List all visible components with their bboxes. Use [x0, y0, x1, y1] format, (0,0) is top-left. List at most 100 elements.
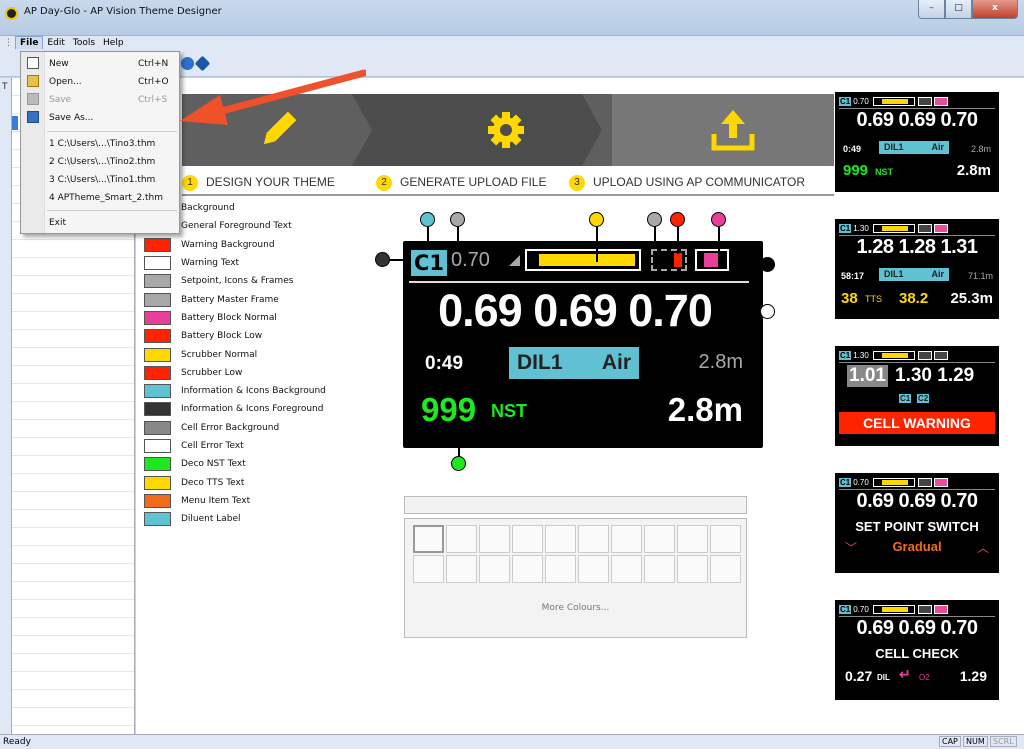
color-swatch[interactable] [144, 274, 171, 289]
preview-thumb-setpoint-switch[interactable]: C1 0.70 0.69 0.69 0.70 SET POINT SWITCH ﹀… [835, 473, 999, 573]
pin-battery-frame[interactable] [647, 212, 662, 227]
color-swatch[interactable] [144, 365, 171, 380]
palette-cell[interactable] [479, 555, 510, 583]
menu-item-open[interactable]: Open... Ctrl+O [21, 73, 179, 91]
menu-item-exit[interactable]: Exit [21, 214, 179, 232]
pin-battery-low[interactable] [670, 212, 685, 227]
menu-item-recent-4[interactable]: 4 APTheme_Smart_2.thm [21, 189, 179, 207]
palette-cell[interactable] [644, 555, 675, 583]
color-palette: More Colours... [404, 496, 747, 640]
color-swatch[interactable] [144, 384, 171, 399]
setpoint-value: 0.70 [451, 249, 490, 271]
battery-block-icon [695, 249, 729, 271]
legend-item[interactable]: Information & Icons Foreground [144, 400, 326, 418]
palette-cell[interactable] [644, 525, 675, 553]
legend-item[interactable]: Scrubber Low [144, 364, 326, 382]
menu-file[interactable]: File [15, 36, 44, 49]
legend-item[interactable]: Deco NST Text [144, 455, 326, 473]
color-swatch[interactable] [144, 292, 171, 307]
legend-item[interactable]: Battery Master Frame [144, 290, 326, 308]
preview-thumb-deco[interactable]: C1 1.30 1.28 1.28 1.31 58:17 DIL1 Air 71.1… [835, 219, 999, 319]
color-swatch[interactable] [144, 256, 171, 271]
color-swatch[interactable] [144, 457, 171, 472]
menu-tools[interactable]: Tools [69, 37, 99, 49]
chevron-up-icon[interactable]: ︿ [977, 539, 989, 556]
pin-info-fg[interactable] [375, 252, 390, 267]
pin-battery-normal[interactable] [711, 212, 726, 227]
minimize-button[interactable]: – [918, 0, 945, 19]
palette-cell[interactable] [512, 525, 543, 553]
legend-label: Battery Block Low [181, 331, 263, 342]
menu-item-recent-1[interactable]: 1 C:\Users\...\Tino3.thm [21, 135, 179, 153]
palette-cell[interactable] [710, 525, 741, 553]
pin-background[interactable] [760, 257, 775, 272]
color-swatch[interactable] [144, 512, 171, 527]
legend-label: Warning Background [181, 239, 275, 250]
selected-color-bar [404, 496, 747, 514]
palette-cell[interactable] [545, 555, 576, 583]
palette-cell[interactable] [677, 555, 708, 583]
palette-cell[interactable] [578, 555, 609, 583]
palette-cell[interactable] [545, 525, 576, 553]
maximize-button[interactable]: □ [945, 0, 972, 19]
color-swatch[interactable] [144, 237, 171, 252]
menu-item-recent-2[interactable]: 2 C:\Users\...\Tino2.thm [21, 153, 179, 171]
palette-cell[interactable] [512, 555, 543, 583]
menu-bar: ⋮ File Edit Tools Help [0, 36, 1024, 51]
legend-item[interactable]: Warning Text [144, 254, 326, 272]
title-bar: AP Day-Glo - AP Vision Theme Designer – … [0, 0, 1024, 36]
preview-thumb-main[interactable]: C1 0.70 0.69 0.69 0.70 0:49 DIL1 Air 2.8m … [835, 92, 999, 192]
menu-edit[interactable]: Edit [43, 37, 68, 49]
color-swatch[interactable] [144, 329, 171, 344]
menu-item-recent-3[interactable]: 3 C:\Users\...\Tino1.thm [21, 171, 179, 189]
legend-item[interactable]: Cell Error Background [144, 419, 326, 437]
pin-setpoint[interactable] [450, 212, 465, 227]
diluent-box: DIL1 Air [509, 347, 639, 379]
color-swatch[interactable] [144, 439, 171, 453]
legend-item[interactable]: Scrubber Normal [144, 345, 326, 363]
preview-thumb-cell-check[interactable]: C1 0.70 0.69 0.69 0.70 CELL CHECK 0.27 DI… [835, 600, 999, 700]
new-file-icon [27, 57, 39, 69]
legend-item[interactable]: Warning Background [144, 236, 326, 254]
color-swatch[interactable] [144, 310, 171, 325]
palette-cell[interactable] [611, 555, 642, 583]
legend-item[interactable]: Menu Item Text [144, 492, 326, 510]
legend-item[interactable]: Battery Block Normal [144, 309, 326, 327]
color-swatch[interactable] [144, 402, 171, 417]
ppo2-readings: 0.69 0.69 0.70 [438, 285, 713, 336]
legend-item[interactable]: Deco TTS Text [144, 473, 326, 491]
preview-thumb-cell-warning[interactable]: C1 1.30 1.01 1.30 1.29 C1 C2 CELL WARNING [835, 346, 999, 446]
color-swatch[interactable] [144, 475, 171, 490]
palette-cell[interactable] [611, 525, 642, 553]
pin-deco-nst[interactable] [451, 456, 466, 471]
more-colours-button[interactable]: More Colours... [405, 603, 746, 613]
palette-cell[interactable] [446, 555, 477, 583]
menu-item-save-as[interactable]: Save As... [21, 109, 179, 127]
legend-item[interactable]: Diluent Label [144, 510, 326, 528]
close-button[interactable]: x [972, 0, 1018, 19]
palette-cell[interactable] [578, 525, 609, 553]
palette-cell[interactable] [446, 525, 477, 553]
palette-cell[interactable] [677, 525, 708, 553]
menu-item-save[interactable]: Save Ctrl+S [21, 91, 179, 109]
pin-foreground-text[interactable] [760, 304, 775, 319]
legend-item[interactable]: Information & Icons Background [144, 382, 326, 400]
palette-cell[interactable] [710, 555, 741, 583]
legend-label: Scrubber Low [181, 367, 243, 378]
legend-item[interactable]: Battery Block Low [144, 327, 326, 345]
ceiling-depth: 2.8m [698, 351, 743, 373]
legend-label: Battery Master Frame [181, 294, 279, 305]
color-swatch[interactable] [144, 420, 171, 435]
pin-info-bg[interactable] [420, 212, 435, 227]
palette-cell[interactable] [479, 525, 510, 553]
legend-item[interactable]: Cell Error Text [144, 437, 326, 455]
menu-help[interactable]: Help [99, 37, 128, 49]
diluent-label: DIL1 [517, 351, 563, 374]
color-swatch[interactable] [144, 347, 171, 362]
palette-cell[interactable] [413, 525, 444, 553]
color-swatch[interactable] [144, 493, 171, 508]
legend-item[interactable]: Setpoint, Icons & Frames [144, 272, 326, 290]
palette-cell[interactable] [413, 555, 444, 583]
menu-item-new[interactable]: New Ctrl+N [21, 55, 179, 73]
pin-scrubber[interactable] [589, 212, 604, 227]
